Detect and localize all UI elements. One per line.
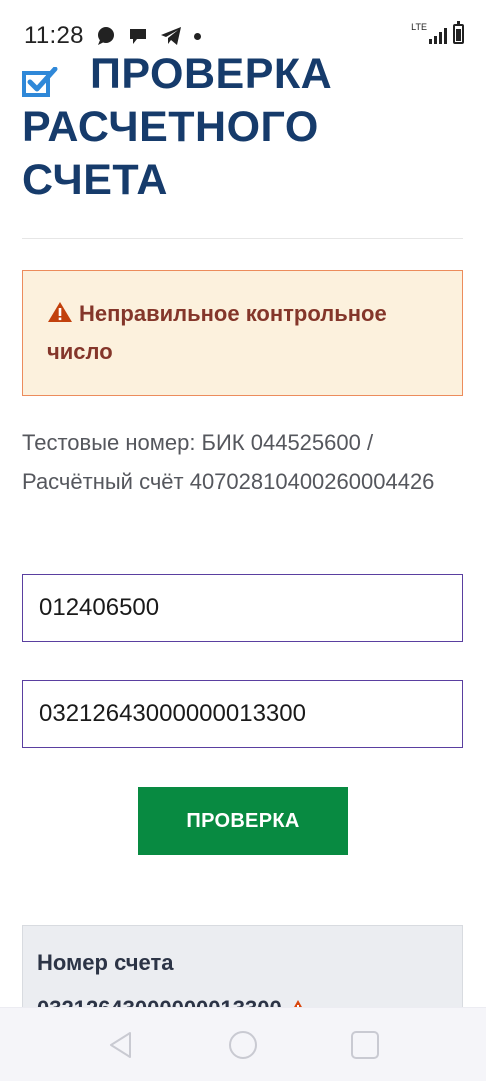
divider (22, 238, 463, 239)
page-title: ПРОВЕРКА РАСЧЕТНОГО СЧЕТА (22, 48, 462, 207)
alert-text: Неправильное контрольное число (47, 295, 447, 371)
status-time: 11:28 (24, 22, 84, 49)
back-icon[interactable] (106, 1030, 136, 1060)
test-numbers-hint: Тестовые номер: БИК 044525600 / Расчётны… (22, 430, 435, 494)
speech-bubble-icon (130, 29, 146, 44)
account-number-input[interactable]: 03212643000000013300 (22, 680, 463, 748)
notification-icons (96, 26, 201, 46)
signal-icon (429, 28, 447, 44)
page-title-line-3: СЧЕТА (22, 156, 168, 204)
check-button[interactable]: ПРОВЕРКА (138, 787, 348, 855)
system-nav-bar (0, 1007, 486, 1081)
page-title-line-2: РАСЧЕТНОГО (22, 103, 319, 151)
alert-message: Неправильное контрольное число (47, 301, 387, 364)
result-label: Номер счета (37, 950, 174, 975)
notification-dot-icon (194, 32, 201, 40)
recents-icon[interactable] (351, 1031, 379, 1059)
network-type: LTE (411, 22, 427, 32)
page-title-line-1: ПРОВЕРКА (90, 50, 333, 98)
battery-icon (453, 21, 464, 44)
bik-input[interactable]: 012406500 (22, 574, 463, 642)
error-alert: Неправильное контрольное число (22, 270, 463, 396)
chat-bubble-icon (98, 27, 114, 45)
home-icon[interactable] (229, 1031, 257, 1059)
system-icons: LTE (411, 21, 464, 44)
telegram-icon (161, 27, 181, 45)
warning-icon (48, 302, 72, 322)
